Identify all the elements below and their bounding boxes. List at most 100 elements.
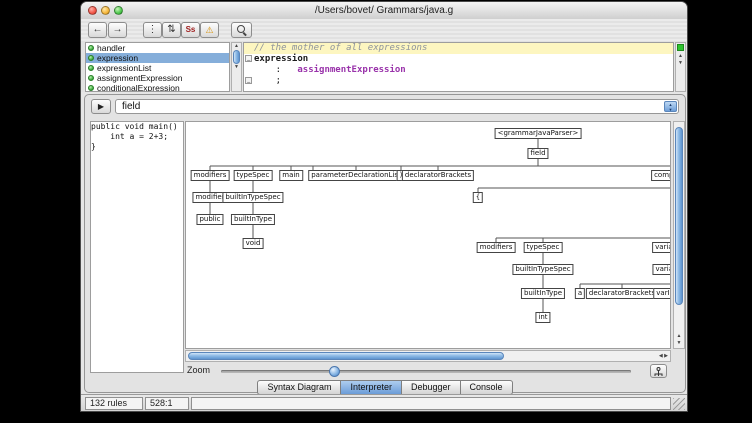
scroll-down-icon[interactable]: ▼ — [232, 64, 241, 71]
literals-button[interactable]: Ss — [181, 22, 200, 38]
back-button[interactable]: ← — [88, 22, 107, 38]
search-icon — [237, 25, 247, 35]
tree-vertical-scrollbar[interactable]: ▲ ▼ — [673, 121, 685, 349]
rule-label: conditionalExpression — [97, 83, 180, 92]
tree-node-db2: declaratorBrackets — [586, 288, 658, 299]
status-message-field — [191, 397, 671, 410]
tab-console[interactable]: Console — [461, 380, 513, 395]
tree-node-vdecl: variableDeclarator — [652, 264, 671, 275]
literals-icon: Ss — [186, 25, 196, 34]
tree-node-cst: compoundStatement — [651, 170, 671, 181]
rule-label: assignmentExpression — [97, 73, 183, 83]
play-icon: ▶ — [98, 102, 104, 111]
title-bar[interactable]: /Users/bovet/ Grammars/java.g — [81, 2, 687, 20]
rule-label: expressionList — [97, 63, 151, 73]
vertical-scrollbar-thumb[interactable] — [675, 127, 683, 305]
tree-node-main: main — [279, 170, 303, 181]
caret-position-field: 528:1 — [145, 397, 189, 410]
grammar-editor[interactable]: // the mother of all expressions−express… — [243, 42, 674, 92]
horizontal-scrollbar-thumb[interactable] — [188, 352, 504, 360]
toolbar: ← → ⋮ ⇅ Ss ⚠ — [81, 19, 687, 43]
rules-list[interactable]: handlerexpressionexpressionListassignmen… — [85, 42, 230, 92]
tree-node-mods2: modifiers — [477, 242, 516, 253]
arrow-right-icon: → — [113, 24, 123, 35]
parse-tree-canvas: <grammarJavaParser>fieldmodifierstypeSpe… — [186, 122, 671, 349]
scroll-up-icon[interactable]: ▲ — [674, 333, 684, 340]
scroll-right-icon[interactable]: ▶ — [664, 353, 668, 359]
desktop: /Users/bovet/ Grammars/java.g ← → ⋮ ⇅ Ss… — [0, 0, 752, 423]
warnings-button[interactable]: ⚠ — [200, 22, 219, 38]
tree-layout-icon — [653, 367, 664, 378]
scroll-up-icon[interactable]: ▲ — [232, 43, 241, 50]
rule-status-icon — [88, 45, 94, 51]
zoom-slider[interactable] — [221, 370, 631, 373]
rule-item-expressionList[interactable]: expressionList — [86, 63, 229, 73]
rule-item-conditionalExpression[interactable]: conditionalExpression — [86, 83, 229, 92]
rule-item-expression[interactable]: expression — [86, 53, 229, 63]
tree-layout-button[interactable] — [650, 364, 667, 378]
tree-node-ts1: typeSpec — [234, 170, 273, 181]
input-line: public void main() { — [91, 122, 183, 132]
status-bar: 132 rules 528:1 — [81, 394, 687, 412]
sort-arrows-icon: ⇅ — [167, 24, 175, 35]
antlrworks-window: /Users/bovet/ Grammars/java.g ← → ⋮ ⇅ Ss… — [80, 1, 688, 412]
tree-node-mods1: modifiers — [191, 170, 230, 181]
scroll-left-icon[interactable]: ◀ — [659, 353, 663, 359]
tree-node-pub: public — [196, 214, 223, 225]
tab-debugger[interactable]: Debugger — [402, 380, 461, 395]
resize-grip[interactable] — [673, 398, 685, 410]
rules-group-button[interactable]: ⋮ — [143, 22, 162, 38]
fold-gutter — [244, 65, 254, 76]
rule-status-icon — [88, 85, 94, 91]
arrow-left-icon: ← — [93, 24, 103, 35]
tree-node-bit1: builtInType — [231, 214, 275, 225]
find-button[interactable] — [231, 22, 252, 38]
rule-item-assignmentExpression[interactable]: assignmentExpression — [86, 73, 229, 83]
code-token: expression — [254, 54, 308, 65]
fold-toggle-icon[interactable]: − — [245, 77, 252, 84]
sort-rules-button[interactable]: ⇅ — [162, 22, 181, 38]
rule-item-handler[interactable]: handler — [86, 43, 229, 53]
code-token: // the mother of all expressions — [254, 43, 427, 54]
tab-syntax-diagram[interactable]: Syntax Diagram — [257, 380, 341, 395]
editor-line: // the mother of all expressions — [244, 43, 673, 54]
start-rule-value: field — [122, 101, 140, 112]
code-token: : — [254, 65, 297, 76]
rule-status-icon — [88, 75, 94, 81]
zoom-label: Zoom — [187, 365, 210, 375]
editor-line: : assignmentExpression — [244, 65, 673, 76]
editor-scrollbar[interactable]: ▲ ▼ — [675, 42, 686, 92]
fold-toggle-icon[interactable]: − — [245, 55, 252, 62]
warning-icon: ⚠ — [205, 25, 213, 35]
editor-lines: // the mother of all expressions−express… — [244, 43, 673, 87]
rules-count-field: 132 rules — [85, 397, 143, 410]
tree-node-vdefs: variableDefinitions — [652, 242, 671, 253]
parse-tree-view[interactable]: <grammarJavaParser>fieldmodifierstypeSpe… — [185, 121, 671, 349]
zoom-slider-thumb[interactable] — [329, 366, 340, 377]
zoom-controls: Zoom — [185, 364, 671, 378]
forward-button[interactable]: → — [108, 22, 127, 38]
input-line: } — [91, 142, 183, 152]
scroll-down-icon[interactable]: ▼ — [674, 340, 684, 347]
editor-line: −expression — [244, 54, 673, 65]
tree-node-bit2: builtInType — [521, 288, 565, 299]
upper-split: handlerexpressionexpressionListassignmen… — [81, 42, 687, 92]
tree-node-int: int — [535, 312, 550, 323]
scroll-down-icon[interactable]: ▼ — [676, 60, 685, 67]
run-button[interactable]: ▶ — [91, 99, 111, 114]
input-line: int a = 2+3; — [91, 132, 183, 142]
tree-node-bits1: builtInTypeSpec — [222, 192, 283, 203]
interpreter-input[interactable]: public void main() { int a = 2+3;} — [90, 121, 184, 373]
start-rule-select[interactable]: field ▲ ▼ — [115, 99, 679, 114]
tree-horizontal-scrollbar[interactable]: ◀ ▶ — [185, 350, 671, 362]
tree-node-lb: { — [473, 192, 483, 203]
tab-interpreter[interactable]: Interpreter — [341, 380, 402, 395]
rule-label: expression — [97, 53, 138, 63]
grammar-health-indicator — [677, 44, 684, 51]
scroll-up-icon[interactable]: ▲ — [676, 53, 685, 60]
tree-node-db1: declaratorBrackets — [402, 170, 474, 181]
rules-scrollbar-thumb[interactable] — [233, 50, 240, 64]
dots-icon: ⋮ — [148, 24, 158, 35]
code-token: ; — [254, 76, 281, 87]
rules-scrollbar[interactable]: ▲ ▼ — [231, 42, 242, 92]
